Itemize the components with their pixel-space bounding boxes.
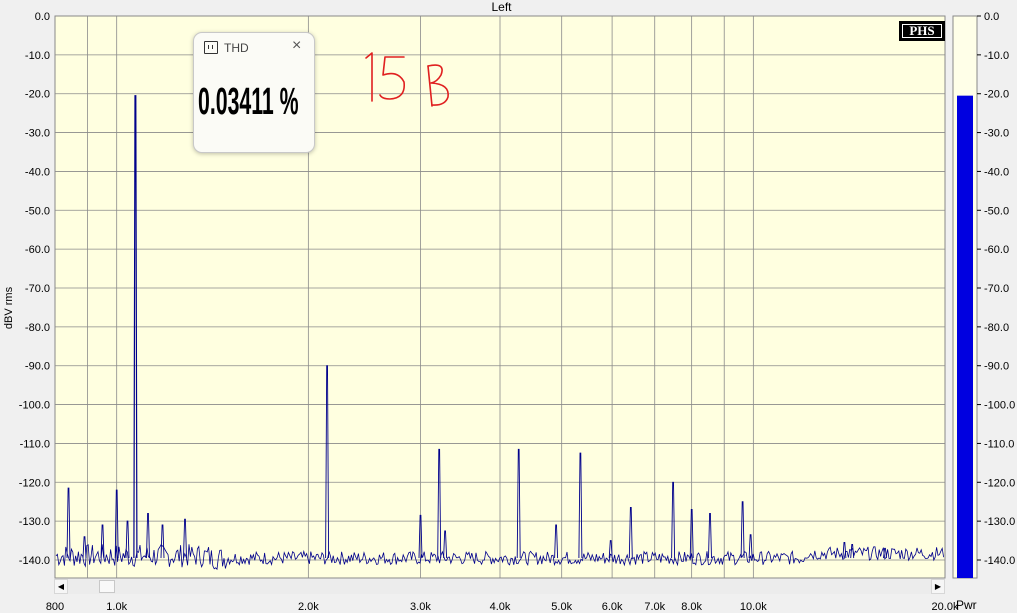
- meter-tick-label: -140.0: [984, 555, 1015, 567]
- close-icon[interactable]: ×: [292, 37, 301, 55]
- meter-tick-label: -70.0: [984, 283, 1009, 295]
- meter-tick-label: -90.0: [984, 361, 1009, 373]
- y-tick-label: -80.0: [25, 322, 50, 334]
- phs-logo: PHS: [899, 21, 945, 41]
- y-axis-tick-labels: 0.0 -10.0 -20.0 -30.0 -40.0 -50.0 -60.0 -70.0 -8…: [19, 11, 50, 567]
- y-tick-label: -130.0: [19, 516, 50, 528]
- meter-tick-label: -120.0: [984, 477, 1015, 489]
- scroll-right-button[interactable]: ▶: [931, 579, 945, 594]
- meter-tick-label: 0.0: [984, 11, 999, 23]
- y-tick-label: -60.0: [25, 244, 50, 256]
- x-tick-label: 6.0k: [602, 601, 623, 613]
- x-tick-label: 1.0k: [106, 601, 127, 613]
- x-tick-label: 3.0k: [410, 601, 431, 613]
- meter-tick-label: -100.0: [984, 400, 1015, 412]
- x-tick-label: 2.0k: [298, 601, 319, 613]
- spectrum-chart: 0.0 -10.0 -20.0 -30.0 -40.0 -50.0 -60.0 -70.0 -8…: [19, 11, 1015, 613]
- y-tick-label: -10.0: [25, 50, 50, 62]
- meter-tick-label: -20.0: [984, 89, 1009, 101]
- thd-value: 0.03411 %: [198, 81, 299, 123]
- y-tick-label: -50.0: [25, 205, 50, 217]
- meter-tick-label: -80.0: [984, 322, 1009, 334]
- y-tick-label: -40.0: [25, 166, 50, 178]
- thd-popup[interactable]: THD × 0.03411 %: [193, 32, 315, 153]
- meter-tick-label: -50.0: [984, 205, 1009, 217]
- x-tick-label: 800: [46, 601, 64, 613]
- y-tick-label: 0.0: [35, 11, 50, 23]
- y-tick-label: -20.0: [25, 89, 50, 101]
- meter-tick-label: -30.0: [984, 128, 1009, 140]
- x-tick-label: 10.0k: [740, 601, 767, 613]
- horizontal-scrollbar[interactable]: ◀ ▶: [54, 579, 945, 594]
- scroll-left-button[interactable]: ◀: [54, 579, 68, 594]
- scroll-thumb[interactable]: [99, 580, 115, 593]
- x-tick-label: 20.0k: [932, 601, 959, 613]
- y-tick-label: -120.0: [19, 477, 50, 489]
- power-meter-fill: [957, 95, 973, 579]
- x-tick-label: 5.0k: [551, 601, 572, 613]
- x-tick-label: 7.0k: [644, 601, 665, 613]
- y-tick-label: -100.0: [19, 400, 50, 412]
- meter-tick-label: -10.0: [984, 50, 1009, 62]
- y-tick-label: -90.0: [25, 361, 50, 373]
- meter-tick-label: -40.0: [984, 166, 1009, 178]
- meter-tick-label: -130.0: [984, 516, 1015, 528]
- meter-tick-label: -110.0: [984, 438, 1014, 450]
- thd-popup-title: THD: [224, 41, 249, 55]
- x-axis-tick-labels: 800 1.0k 2.0k 3.0k 4.0k 5.0k 6.0k 7.0k 8.0k 10.0k…: [46, 601, 959, 613]
- y-tick-label: -110.0: [20, 438, 50, 450]
- y-axis-label: dBV rms: [3, 286, 15, 330]
- y-tick-label: -70.0: [25, 283, 50, 295]
- x-tick-label: 4.0k: [490, 601, 511, 613]
- power-meter-scale: 0.0 -10.0 -20.0 -30.0 -40.0 -50.0 -60.0 -70.0 -8…: [977, 11, 1015, 567]
- y-tick-label: -30.0: [25, 128, 50, 140]
- y-tick-label: -140.0: [19, 555, 50, 567]
- power-meter-label: Pwr: [956, 598, 977, 612]
- meter-tick-label: -60.0: [984, 244, 1009, 256]
- x-tick-label: 8.0k: [681, 601, 702, 613]
- meter-window-icon: [204, 41, 218, 54]
